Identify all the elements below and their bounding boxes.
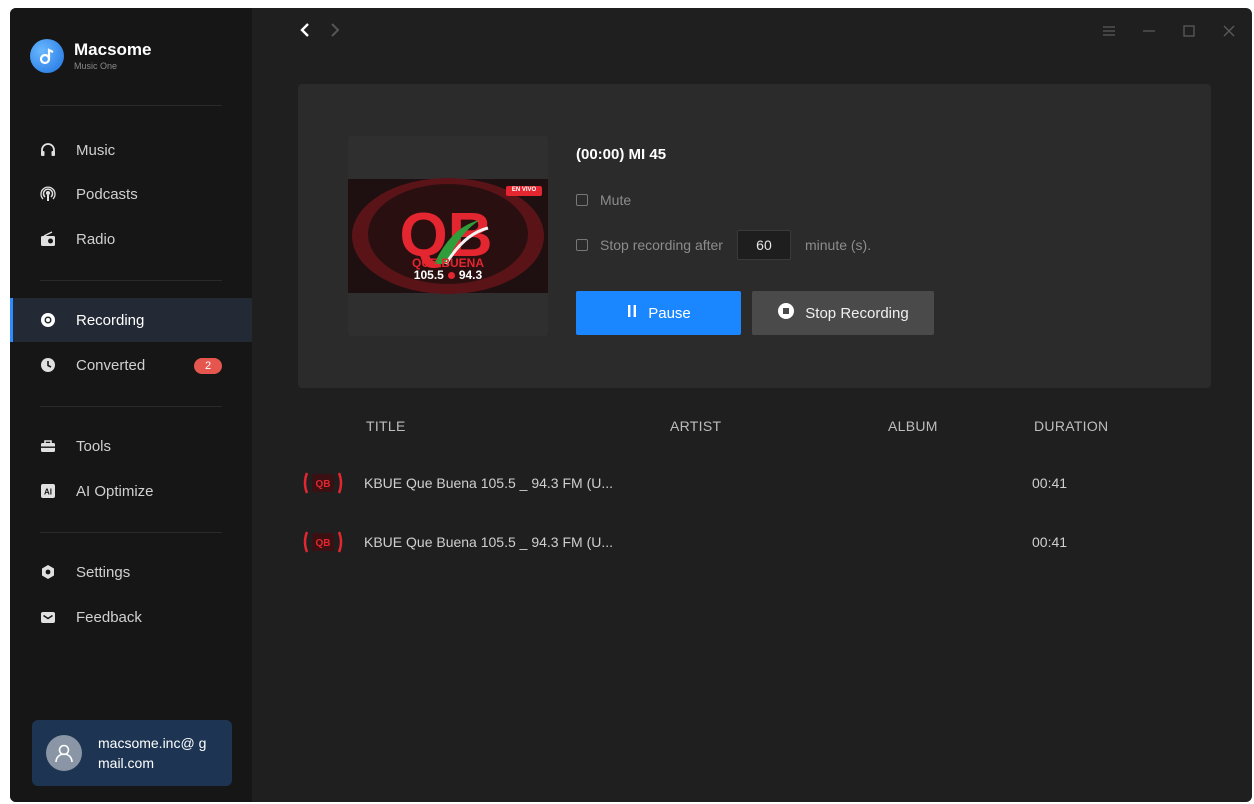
sidebar-item-tools[interactable]: Tools <box>10 424 252 468</box>
stop-icon <box>777 302 795 324</box>
column-header-album[interactable]: ALBUM <box>888 418 938 434</box>
cover-dot-icon <box>447 271 455 279</box>
station-logo-image: QB <box>348 136 548 336</box>
gear-icon <box>40 564 56 580</box>
sidebar-item-label: Radio <box>76 230 116 248</box>
mute-checkbox[interactable] <box>576 194 588 206</box>
track-thumbnail: QB <box>302 529 344 555</box>
sidebar-item-feedback[interactable]: Feedback <box>10 595 252 639</box>
avatar <box>46 735 82 771</box>
recording-track-title: (00:00) MI 45 <box>576 146 667 163</box>
table-row[interactable]: QB KBUE Que Buena 105.5 _ 94.3 FM (U... … <box>298 523 1238 563</box>
sidebar-item-radio[interactable]: Radio <box>10 217 252 261</box>
sidebar-item-ai-optimize[interactable]: AI AI Optimize <box>10 469 252 513</box>
stop-recording-label: Stop Recording <box>805 304 909 322</box>
app-subtitle: Music One <box>74 61 118 71</box>
recording-panel: QB EN VIVO QUE BUENA 105.5 94.3 (00:00) … <box>298 84 1211 388</box>
maximize-icon[interactable] <box>1182 24 1196 38</box>
column-header-artist[interactable]: ARTIST <box>670 418 721 434</box>
sidebar-item-converted[interactable]: Converted 2 <box>10 343 252 387</box>
sidebar-item-settings[interactable]: Settings <box>10 550 252 594</box>
pause-label: Pause <box>648 304 691 322</box>
sidebar-item-podcasts[interactable]: Podcasts <box>10 172 252 216</box>
stop-after-label: Stop recording after <box>600 237 723 253</box>
stop-recording-button[interactable]: Stop Recording <box>752 291 934 335</box>
svg-text:QB: QB <box>316 538 331 549</box>
divider <box>40 532 222 533</box>
track-thumbnail: QB <box>302 470 344 496</box>
sidebar-item-label: Feedback <box>76 608 142 626</box>
account-email: macsome.inc@ gmail.com <box>98 735 207 771</box>
sidebar-item-label: Tools <box>76 437 112 455</box>
stop-after-minutes-input[interactable]: 60 <box>736 230 791 260</box>
sidebar: Macsome Music One Music Podcasts Radio R… <box>10 8 252 802</box>
headphones-icon <box>40 142 56 158</box>
svg-text:AI: AI <box>44 488 52 497</box>
live-tag: EN VIVO <box>511 187 537 193</box>
sidebar-item-label: Converted <box>76 356 146 374</box>
radio-icon <box>40 231 56 247</box>
sidebar-item-label: Music <box>76 141 116 159</box>
sidebar-item-label: Recording <box>76 311 145 329</box>
column-header-duration[interactable]: DURATION <box>1034 418 1108 434</box>
sidebar-item-label: AI Optimize <box>76 482 154 500</box>
account-card[interactable]: macsome.inc@ gmail.com <box>32 720 232 786</box>
station-cover: QB EN VIVO QUE BUENA 105.5 94.3 <box>348 136 548 336</box>
cover-frequency-left: 105.5 <box>413 268 444 282</box>
mail-icon <box>40 609 56 625</box>
stop-after-option: Stop recording after 60 minute (s). <box>576 230 871 260</box>
column-header-title[interactable]: TITLE <box>366 418 406 434</box>
forward-arrow-icon[interactable] <box>328 22 342 43</box>
minimize-icon[interactable] <box>1142 24 1156 38</box>
divider <box>40 280 222 281</box>
divider <box>40 406 222 407</box>
toolbox-icon <box>40 438 56 454</box>
sidebar-item-recording[interactable]: Recording <box>10 298 252 342</box>
window-controls <box>1102 24 1236 38</box>
history-nav <box>298 22 342 43</box>
sidebar-item-label: Settings <box>76 563 131 581</box>
svg-text:QB: QB <box>316 479 331 490</box>
podcast-icon <box>40 186 56 202</box>
converted-count-badge: 2 <box>194 358 222 374</box>
sidebar-item-label: Podcasts <box>76 185 138 203</box>
track-duration: 00:41 <box>1032 475 1068 491</box>
app-name: Macsome <box>74 40 152 59</box>
clock-icon <box>40 357 56 373</box>
table-row[interactable]: QB KBUE Que Buena 105.5 _ 94.3 FM (U... … <box>298 464 1238 504</box>
close-icon[interactable] <box>1222 24 1236 38</box>
menu-icon[interactable] <box>1102 24 1116 38</box>
app-window: Macsome Music One Music Podcasts Radio R… <box>10 8 1252 802</box>
track-title: KBUE Que Buena 105.5 _ 94.3 FM (U... <box>364 475 614 491</box>
brand: Macsome Music One <box>30 36 151 76</box>
mute-option[interactable]: Mute <box>576 192 631 208</box>
track-duration: 00:41 <box>1032 534 1068 550</box>
cover-frequency-right: 94.3 <box>458 268 483 282</box>
mute-label: Mute <box>600 192 632 208</box>
stop-after-checkbox[interactable] <box>576 239 588 251</box>
app-logo-icon <box>30 39 64 73</box>
ai-icon: AI <box>40 483 56 499</box>
record-icon <box>40 312 56 328</box>
pause-button[interactable]: Pause <box>576 291 741 335</box>
divider <box>40 105 222 106</box>
minute-unit-label: minute (s). <box>804 237 872 253</box>
sidebar-item-music[interactable]: Music <box>10 128 252 172</box>
track-title: KBUE Que Buena 105.5 _ 94.3 FM (U... <box>364 534 614 550</box>
back-arrow-icon[interactable] <box>298 22 312 43</box>
pause-icon <box>626 304 638 322</box>
